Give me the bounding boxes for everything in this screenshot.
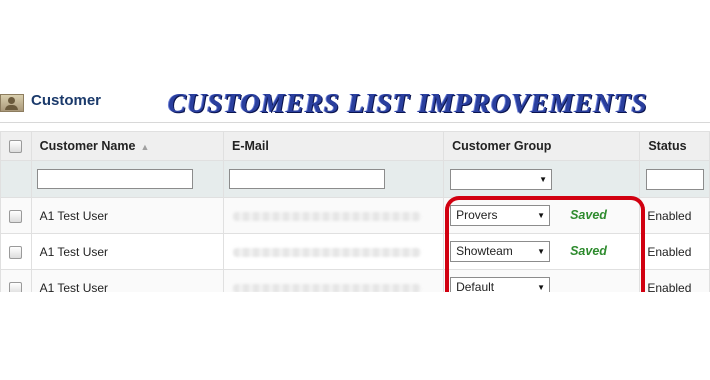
status-cell: Enabled bbox=[639, 197, 710, 234]
blurred-email bbox=[232, 247, 421, 257]
filter-cell: ▼ bbox=[443, 160, 641, 198]
filter-row: ▼ bbox=[0, 160, 710, 198]
row-select-cell bbox=[0, 197, 32, 234]
blurred-email bbox=[232, 211, 421, 221]
column-header-customer-group[interactable]: Customer Group bbox=[443, 131, 641, 161]
row-checkbox[interactable] bbox=[9, 245, 23, 259]
highlight-annotation-box bbox=[445, 196, 645, 292]
promo-banner-title: CUSTOMERS LIST IMPROVEMENTS bbox=[168, 88, 648, 118]
customer-list-panel: Customer CUSTOMERS LIST IMPROVEMENTS Cus… bbox=[0, 86, 710, 292]
row-select-cell bbox=[0, 269, 32, 292]
row-checkbox[interactable] bbox=[9, 281, 23, 292]
sort-ascending-icon[interactable]: ▲ bbox=[140, 142, 149, 152]
email-cell bbox=[222, 233, 445, 270]
blurred-email bbox=[232, 283, 421, 292]
email-cell bbox=[222, 197, 445, 234]
status-cell: Enabled bbox=[639, 269, 710, 292]
customer-name-filter-input[interactable] bbox=[36, 169, 193, 189]
status-filter-select[interactable] bbox=[646, 168, 705, 190]
row-select-cell bbox=[0, 233, 32, 270]
select-all-checkbox[interactable] bbox=[9, 140, 23, 154]
row-checkbox[interactable] bbox=[9, 209, 23, 223]
column-header-label: Customer Name bbox=[39, 139, 136, 153]
customer-icon bbox=[0, 94, 24, 112]
filter-cell bbox=[639, 160, 710, 198]
customer-name-cell: A1 Test User bbox=[30, 197, 224, 234]
status-cell: Enabled bbox=[639, 233, 710, 270]
column-header-customer-name[interactable]: Customer Name ▲ bbox=[30, 131, 224, 161]
customer-name-cell: A1 Test User bbox=[30, 233, 224, 270]
table-header-row: Customer Name ▲ E-Mail Customer Group Sta… bbox=[0, 131, 710, 161]
chevron-down-icon: ▼ bbox=[539, 174, 548, 184]
customer-name-cell: A1 Test User bbox=[30, 269, 224, 292]
email-cell bbox=[222, 269, 445, 292]
email-filter-input[interactable] bbox=[228, 169, 385, 189]
customer-group-filter-select[interactable]: ▼ bbox=[450, 168, 553, 190]
filter-cell bbox=[0, 160, 32, 198]
filter-cell bbox=[30, 160, 224, 198]
page-title: Customer bbox=[31, 92, 102, 109]
filter-cell bbox=[222, 160, 445, 198]
column-header-status[interactable]: Status bbox=[639, 131, 710, 161]
column-header-email[interactable]: E-Mail bbox=[222, 131, 445, 161]
panel-header: Customer CUSTOMERS LIST IMPROVEMENTS bbox=[0, 86, 710, 123]
select-all-cell bbox=[0, 131, 32, 161]
